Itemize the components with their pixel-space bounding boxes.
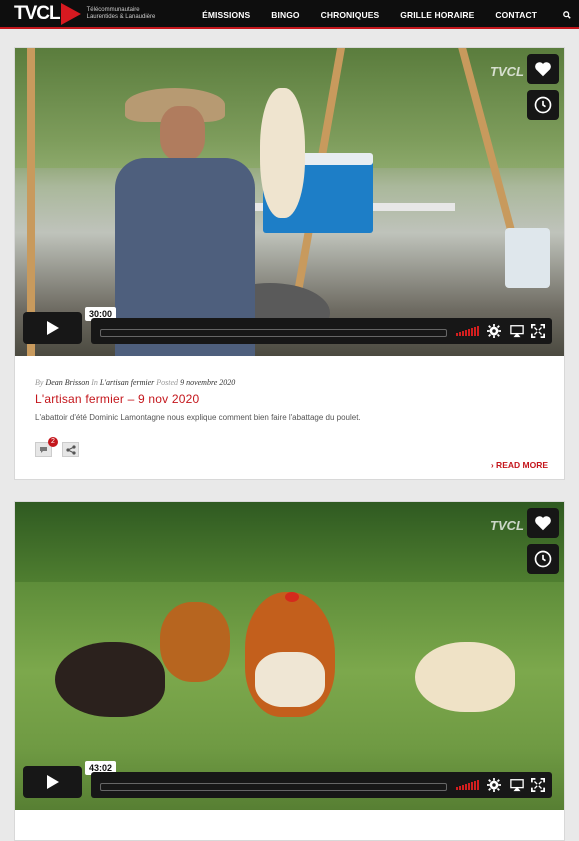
rooster-comb bbox=[285, 592, 299, 602]
tvcl-watermark: TVCL bbox=[490, 64, 524, 79]
airplay-icon[interactable] bbox=[510, 778, 524, 792]
rooster-white-body bbox=[255, 652, 325, 707]
dark-hen bbox=[55, 642, 165, 717]
play-button[interactable] bbox=[23, 312, 82, 344]
comment-count-badge: 2 bbox=[48, 437, 58, 447]
video-player[interactable]: TVCL 43:02 bbox=[15, 502, 564, 810]
site-logo[interactable]: TVCL Télécommunautaire Laurentides & Lan… bbox=[14, 2, 157, 26]
settings-gear-icon[interactable] bbox=[487, 324, 501, 338]
video-controls bbox=[91, 318, 552, 344]
wood-post bbox=[27, 48, 35, 356]
post-date: 9 novembre 2020 bbox=[180, 378, 236, 387]
nav-item-grille-horaire[interactable]: GRILLE HORAIRE bbox=[400, 10, 474, 20]
volume-icon[interactable] bbox=[456, 780, 479, 790]
like-button[interactable] bbox=[527, 54, 559, 84]
clock-icon bbox=[534, 96, 552, 114]
post-card: TVCL 43:02 bbox=[14, 501, 565, 841]
chicken bbox=[260, 88, 305, 218]
logo-text: TVCL bbox=[14, 3, 61, 24]
like-button[interactable] bbox=[527, 508, 559, 538]
water-jug bbox=[505, 228, 550, 288]
play-icon bbox=[46, 321, 59, 335]
post-card: TVCL 30:00 By Dean Brisson In L'artisan … bbox=[14, 47, 565, 480]
post-meta: By Dean Brisson In L'artisan fermier Pos… bbox=[35, 378, 235, 387]
play-icon bbox=[46, 775, 59, 789]
post-title[interactable]: L'artisan fermier – 9 nov 2020 bbox=[35, 392, 199, 406]
share-button[interactable] bbox=[62, 442, 79, 457]
fullscreen-icon[interactable] bbox=[531, 778, 545, 792]
nav-item-bingo[interactable]: BINGO bbox=[271, 10, 299, 20]
video-controls bbox=[91, 772, 552, 798]
read-more-link[interactable]: › READ MORE bbox=[491, 460, 548, 470]
share-icon bbox=[65, 444, 76, 455]
fullscreen-icon[interactable] bbox=[531, 324, 545, 338]
by-label: By bbox=[35, 378, 44, 387]
author-link[interactable]: Dean Brisson bbox=[45, 378, 89, 387]
progress-track[interactable] bbox=[100, 329, 447, 337]
progress-track[interactable] bbox=[100, 783, 447, 791]
watch-later-button[interactable] bbox=[527, 544, 559, 574]
logo-tagline: Télécommunautaire Laurentides & Lanaudiè… bbox=[86, 7, 156, 20]
watch-later-button[interactable] bbox=[527, 90, 559, 120]
airplay-icon[interactable] bbox=[510, 324, 524, 338]
clock-icon bbox=[534, 550, 552, 568]
heart-icon bbox=[535, 62, 551, 77]
nav-item-contact[interactable]: CONTACT bbox=[495, 10, 537, 20]
in-label: In bbox=[91, 378, 98, 387]
nav-item-chroniques[interactable]: CHRONIQUES bbox=[321, 10, 380, 20]
play-button[interactable] bbox=[23, 766, 82, 798]
face bbox=[160, 106, 205, 161]
post-excerpt: L'abattoir d'été Dominic Lamontagne nous… bbox=[35, 413, 361, 422]
brown-hen bbox=[160, 602, 230, 682]
volume-icon[interactable] bbox=[456, 326, 479, 336]
video-player[interactable]: TVCL 30:00 bbox=[15, 48, 564, 356]
top-nav-bar: TVCL Télécommunautaire Laurentides & Lan… bbox=[0, 0, 579, 29]
white-hen bbox=[415, 642, 515, 712]
settings-gear-icon[interactable] bbox=[487, 778, 501, 792]
background-trees bbox=[15, 502, 564, 582]
nav-item-emissions[interactable]: ÉMISSIONS bbox=[202, 10, 250, 20]
tvcl-watermark: TVCL bbox=[490, 518, 524, 533]
posted-label: Posted bbox=[156, 378, 179, 387]
category-link[interactable]: L'artisan fermier bbox=[100, 378, 154, 387]
logo-play-icon bbox=[60, 3, 81, 25]
main-nav: ÉMISSIONS BINGO CHRONIQUES GRILLE HORAIR… bbox=[202, 0, 579, 29]
heart-icon bbox=[535, 516, 551, 531]
search-icon[interactable] bbox=[558, 0, 576, 29]
